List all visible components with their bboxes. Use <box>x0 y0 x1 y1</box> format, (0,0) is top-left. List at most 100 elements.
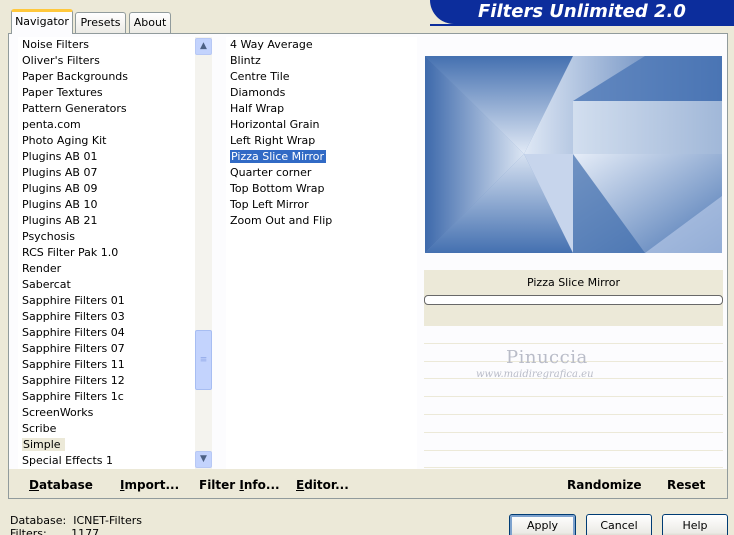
filter-item[interactable]: Zoom Out and Flip <box>226 213 417 229</box>
category-item-label: Plugins AB 10 <box>22 198 98 211</box>
category-item[interactable]: Plugins AB 01 <box>18 149 195 165</box>
filter-item[interactable]: Horizontal Grain <box>226 117 417 133</box>
category-list[interactable]: Noise Filters Oliver's Filters Paper Backg… <box>18 37 195 469</box>
filter-item[interactable]: Pizza Slice Mirror <box>226 149 417 165</box>
cancel-button[interactable]: Cancel <box>586 514 652 535</box>
scroll-thumb[interactable]: ≡ <box>195 330 212 390</box>
preview-image <box>425 56 722 253</box>
category-item[interactable]: Sapphire Filters 03 <box>18 309 195 325</box>
category-item-label: Photo Aging Kit <box>22 134 107 147</box>
import-button[interactable]: Import... <box>120 477 179 493</box>
filter-info-button[interactable]: Filter Info... <box>199 477 280 493</box>
app-title-banner: Filters Unlimited 2.0 <box>430 0 734 24</box>
category-item-label: Paper Backgrounds <box>22 70 129 83</box>
tab-about[interactable]: About <box>129 12 171 33</box>
progress-bar <box>424 295 723 305</box>
category-item-label: Sapphire Filters 11 <box>22 358 125 371</box>
category-item-label: Noise Filters <box>22 38 89 51</box>
category-item[interactable]: Render <box>18 261 195 277</box>
category-item[interactable]: Sapphire Filters 11 <box>18 357 195 373</box>
filter-item[interactable]: Centre Tile <box>226 69 417 85</box>
category-item[interactable]: Plugins AB 21 <box>18 213 195 229</box>
category-scrollbar[interactable]: ▲ ≡ ▼ <box>195 37 212 469</box>
category-item[interactable]: Sapphire Filters 07 <box>18 341 195 357</box>
category-item-label: Sapphire Filters 03 <box>22 310 125 323</box>
category-item[interactable]: Photo Aging Kit <box>18 133 195 149</box>
category-item[interactable]: Sapphire Filters 01 <box>18 293 195 309</box>
category-item-label: Plugins AB 21 <box>22 214 98 227</box>
filter-item[interactable]: Left Right Wrap <box>226 133 417 149</box>
filter-item-label: Horizontal Grain <box>230 118 320 131</box>
editor-button[interactable]: Editor... <box>296 477 349 493</box>
tab-presets[interactable]: Presets <box>75 12 126 33</box>
watermark-name: Pinuccia <box>506 347 588 368</box>
database-status: Database: ICNET-Filters <box>10 514 142 527</box>
filter-item[interactable]: 4 Way Average <box>226 37 417 53</box>
reset-button[interactable]: Reset <box>667 477 705 493</box>
category-item[interactable]: penta.com <box>18 117 195 133</box>
category-item-label: Render <box>22 262 62 275</box>
category-item[interactable]: Sabercat <box>18 277 195 293</box>
category-item[interactable]: Noise Filters <box>18 37 195 53</box>
category-item[interactable]: Scribe <box>18 421 195 437</box>
filter-list[interactable]: 4 Way Average Blintz Centre Tile Diamonds Ha… <box>226 37 417 469</box>
category-item-label: Psychosis <box>22 230 75 243</box>
tab-navigator[interactable]: Navigator <box>11 9 73 34</box>
category-item-label: Plugins AB 07 <box>22 166 98 179</box>
category-item[interactable]: Oliver's Filters <box>18 53 195 69</box>
scroll-down-button[interactable]: ▼ <box>195 451 212 468</box>
category-item[interactable]: Psychosis <box>18 229 195 245</box>
category-item[interactable]: Plugins AB 09 <box>18 181 195 197</box>
category-item-label: Plugins AB 01 <box>22 150 98 163</box>
scroll-up-button[interactable]: ▲ <box>195 38 212 55</box>
filter-item[interactable]: Top Left Mirror <box>226 197 417 213</box>
filters-count-status: Filters: 1177 <box>10 527 100 535</box>
category-item[interactable]: Paper Textures <box>18 85 195 101</box>
filter-item[interactable]: Diamonds <box>226 85 417 101</box>
filter-item-label: Top Left Mirror <box>230 198 309 211</box>
filter-item[interactable]: Blintz <box>226 53 417 69</box>
category-item[interactable]: Simple <box>18 437 195 453</box>
category-item[interactable]: Sapphire Filters 1c <box>18 389 195 405</box>
apply-button[interactable]: Apply <box>509 514 576 535</box>
category-item-label: Sapphire Filters 07 <box>22 342 125 355</box>
category-item[interactable]: Paper Backgrounds <box>18 69 195 85</box>
grip-icon: ≡ <box>199 355 208 365</box>
filter-item-label: Left Right Wrap <box>230 134 316 147</box>
category-item[interactable]: Sapphire Filters 12 <box>18 373 195 389</box>
category-item-label: Sapphire Filters 04 <box>22 326 125 339</box>
filter-item-label: Top Bottom Wrap <box>230 182 325 195</box>
category-item-label: Pattern Generators <box>22 102 127 115</box>
database-button[interactable]: Database <box>29 477 93 493</box>
category-item[interactable]: Special Effects 1 <box>18 453 195 469</box>
category-item[interactable]: Plugins AB 10 <box>18 197 195 213</box>
title-underline <box>430 24 734 26</box>
category-item-label: Simple <box>22 438 65 451</box>
category-item-label: Sapphire Filters 12 <box>22 374 125 387</box>
filter-item[interactable]: Half Wrap <box>226 101 417 117</box>
filter-item-label: Diamonds <box>230 86 286 99</box>
category-item-label: penta.com <box>22 118 81 131</box>
category-item[interactable]: RCS Filter Pak 1.0 <box>18 245 195 261</box>
category-item-label: Sapphire Filters 01 <box>22 294 125 307</box>
watermark-url: www.maidiregrafica.eu <box>476 369 594 380</box>
filter-item-label: Centre Tile <box>230 70 290 83</box>
category-item-label: Plugins AB 09 <box>22 182 98 195</box>
category-item-label: RCS Filter Pak 1.0 <box>22 246 119 259</box>
app-title: Filters Unlimited 2.0 <box>478 1 686 22</box>
preview-filter-name: Pizza Slice Mirror <box>526 276 621 289</box>
filter-item-label: 4 Way Average <box>230 38 313 51</box>
chevron-up-icon: ▲ <box>200 41 207 51</box>
filter-item-label: Half Wrap <box>230 102 285 115</box>
category-item[interactable]: Pattern Generators <box>18 101 195 117</box>
randomize-button[interactable]: Randomize <box>567 477 641 493</box>
filter-item[interactable]: Quarter corner <box>226 165 417 181</box>
category-item[interactable]: Sapphire Filters 04 <box>18 325 195 341</box>
category-item[interactable]: ScreenWorks <box>18 405 195 421</box>
chevron-down-icon: ▼ <box>200 454 207 464</box>
category-item[interactable]: Plugins AB 07 <box>18 165 195 181</box>
filter-item[interactable]: Top Bottom Wrap <box>226 181 417 197</box>
help-button[interactable]: Help <box>662 514 728 535</box>
filter-item-label: Blintz <box>230 54 261 67</box>
filter-item-label: Quarter corner <box>230 166 312 179</box>
